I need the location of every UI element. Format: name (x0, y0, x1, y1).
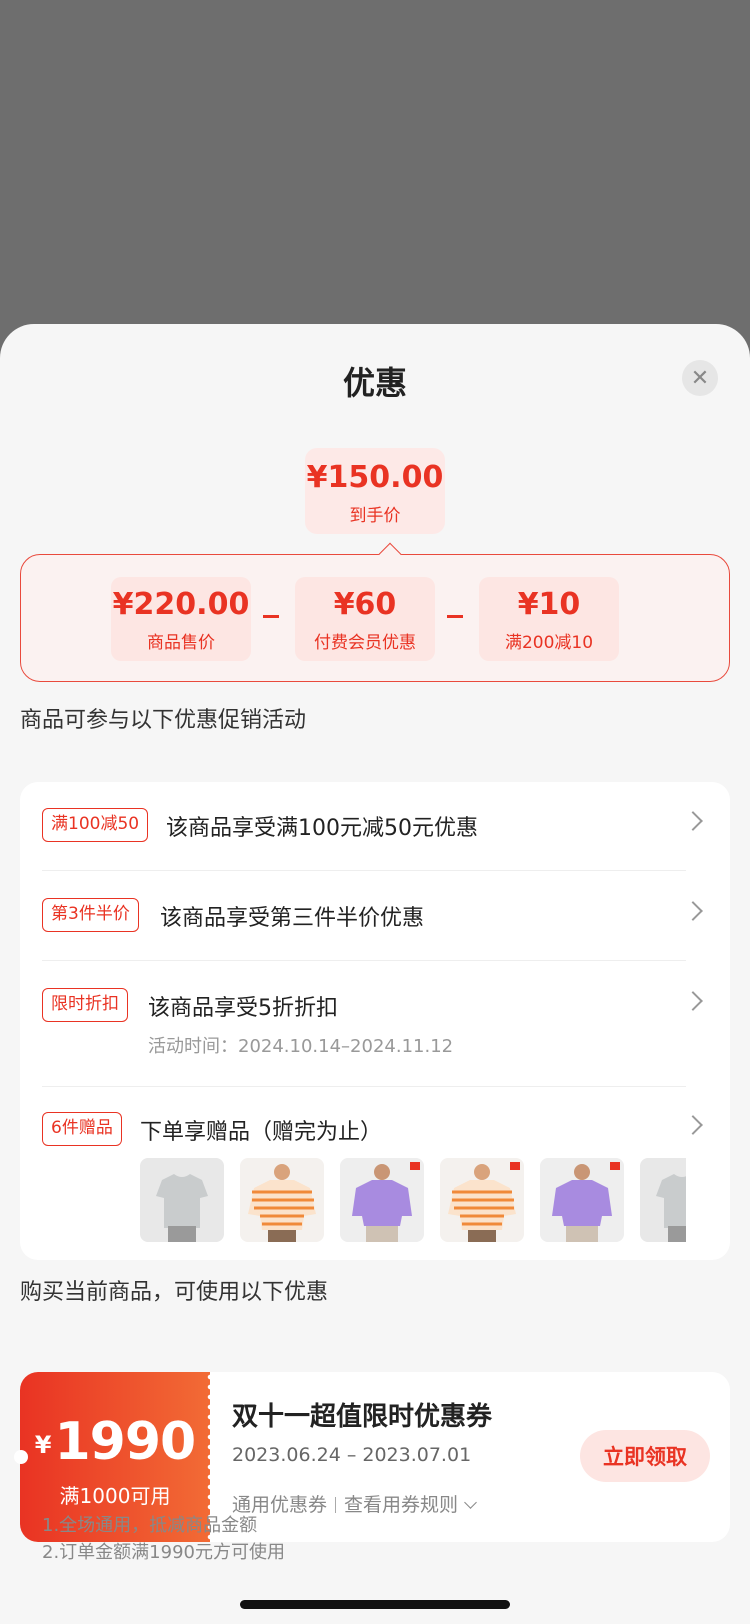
promotion-row-third-half-price[interactable]: 第3件半价 该商品享受第三件半价优惠 (42, 898, 708, 938)
gift-thumbnails (140, 1158, 686, 1242)
grey-tshirt-image[interactable] (640, 1158, 686, 1242)
minus-icon (447, 615, 463, 618)
promotion-text: 该商品享受满100元减50元优惠 (166, 816, 478, 841)
coupon-rule: 2.订单金额满1990元方可使用 (42, 1542, 285, 1563)
promotions-card: 满100减50 该商品享受满100元减50元优惠 第3件半价 该商品享受第三件半… (20, 782, 730, 1260)
breakdown-amount: ¥60 (333, 587, 397, 622)
breakdown-label: 满200减10 (504, 633, 594, 653)
divider (42, 1086, 686, 1087)
promotions-section-title: 商品可参与以下优惠促销活动 (20, 708, 307, 733)
separator (335, 1497, 337, 1513)
promotion-period: 活动时间：2024.10.14–2024.11.12 (148, 1036, 454, 1057)
final-price-label: 到手价 (349, 506, 401, 526)
chevron-right-icon (683, 991, 703, 1011)
orange-striped-sweater-image[interactable] (440, 1158, 524, 1242)
final-price-bubble: ¥150.00 到手价 (305, 448, 445, 534)
promotion-row-full-reduction[interactable]: 满100减50 该商品享受满100元减50元优惠 (42, 808, 708, 848)
coupon-amount: 1990 (54, 1412, 196, 1472)
breakdown-amount: ¥10 (517, 587, 581, 622)
breakdown-item-full-reduction: ¥10 满200减10 (479, 577, 619, 661)
sheet-title: 优惠 (342, 364, 407, 402)
coupons-section-title: 购买当前商品，可使用以下优惠 (20, 1280, 329, 1305)
purple-sweater-image[interactable] (340, 1158, 424, 1242)
promotion-text: 该商品享受5折折扣 (148, 996, 338, 1021)
chevron-right-icon (683, 1115, 703, 1135)
close-icon[interactable]: ✕ (682, 360, 718, 396)
orange-striped-sweater-image[interactable] (240, 1158, 324, 1242)
breakdown-amount: ¥220.00 (112, 587, 250, 622)
breakdown-label: 付费会员优惠 (314, 633, 416, 653)
coupon-hole (14, 1450, 28, 1464)
breakdown-item-sale-price: ¥220.00 商品售价 (111, 577, 251, 661)
coupon-currency: ¥ (34, 1431, 52, 1459)
promotion-text: 该商品享受第三件半价优惠 (160, 906, 425, 931)
breakdown-item-member-discount: ¥60 付费会员优惠 (295, 577, 435, 661)
coupon-rule: 1.全场通用，抵减商品金额 (42, 1515, 258, 1536)
promotion-tag: 满100减50 (42, 808, 149, 842)
coupon-rules-link[interactable]: 查看用券规则 (344, 1494, 458, 1516)
final-price-amount: ¥150.00 (306, 460, 444, 495)
promotion-text: 下单享赠品（赠完为止） (140, 1120, 383, 1145)
promotion-sheet: 优惠 ✕ ¥150.00 到手价 ¥220.00 商品售价 ¥60 付费会员优惠… (0, 324, 750, 1624)
purple-sweater-image[interactable] (540, 1158, 624, 1242)
divider (42, 960, 686, 961)
promotion-row-flash-discount[interactable]: 限时折扣 该商品享受5折折扣 活动时间：2024.10.14–2024.11.1… (42, 988, 708, 1062)
chevron-right-icon (683, 901, 703, 921)
claim-coupon-button[interactable]: 立即领取 (580, 1430, 710, 1482)
coupon-rules: 1.全场通用，抵减商品金额 2.订单金额满1990元方可使用 (42, 1512, 285, 1566)
coupon-title: 双十一超值限时优惠券 (232, 1402, 493, 1432)
grey-tshirt-image[interactable] (140, 1158, 224, 1242)
chevron-down-icon[interactable] (464, 1496, 477, 1509)
coupon-date: 2023.06.24 – 2023.07.01 (232, 1444, 472, 1466)
promotion-tag: 第3件半价 (42, 898, 139, 932)
promotion-row-gifts[interactable]: 6件赠品 下单享赠品（赠完为止） (42, 1112, 708, 1152)
coupon-condition: 满1000可用 (59, 1484, 171, 1508)
minus-icon (263, 615, 279, 618)
chevron-right-icon (683, 811, 703, 831)
promotion-tag: 限时折扣 (42, 988, 128, 1022)
breakdown-label: 商品售价 (147, 633, 215, 653)
price-breakdown: ¥220.00 商品售价 ¥60 付费会员优惠 ¥10 满200减10 (20, 542, 730, 682)
coupon-value: ¥1990 (20, 1412, 210, 1472)
promotion-tag: 6件赠品 (42, 1112, 122, 1146)
home-indicator (240, 1600, 510, 1609)
divider (42, 870, 686, 871)
breakdown-pointer (378, 542, 402, 566)
